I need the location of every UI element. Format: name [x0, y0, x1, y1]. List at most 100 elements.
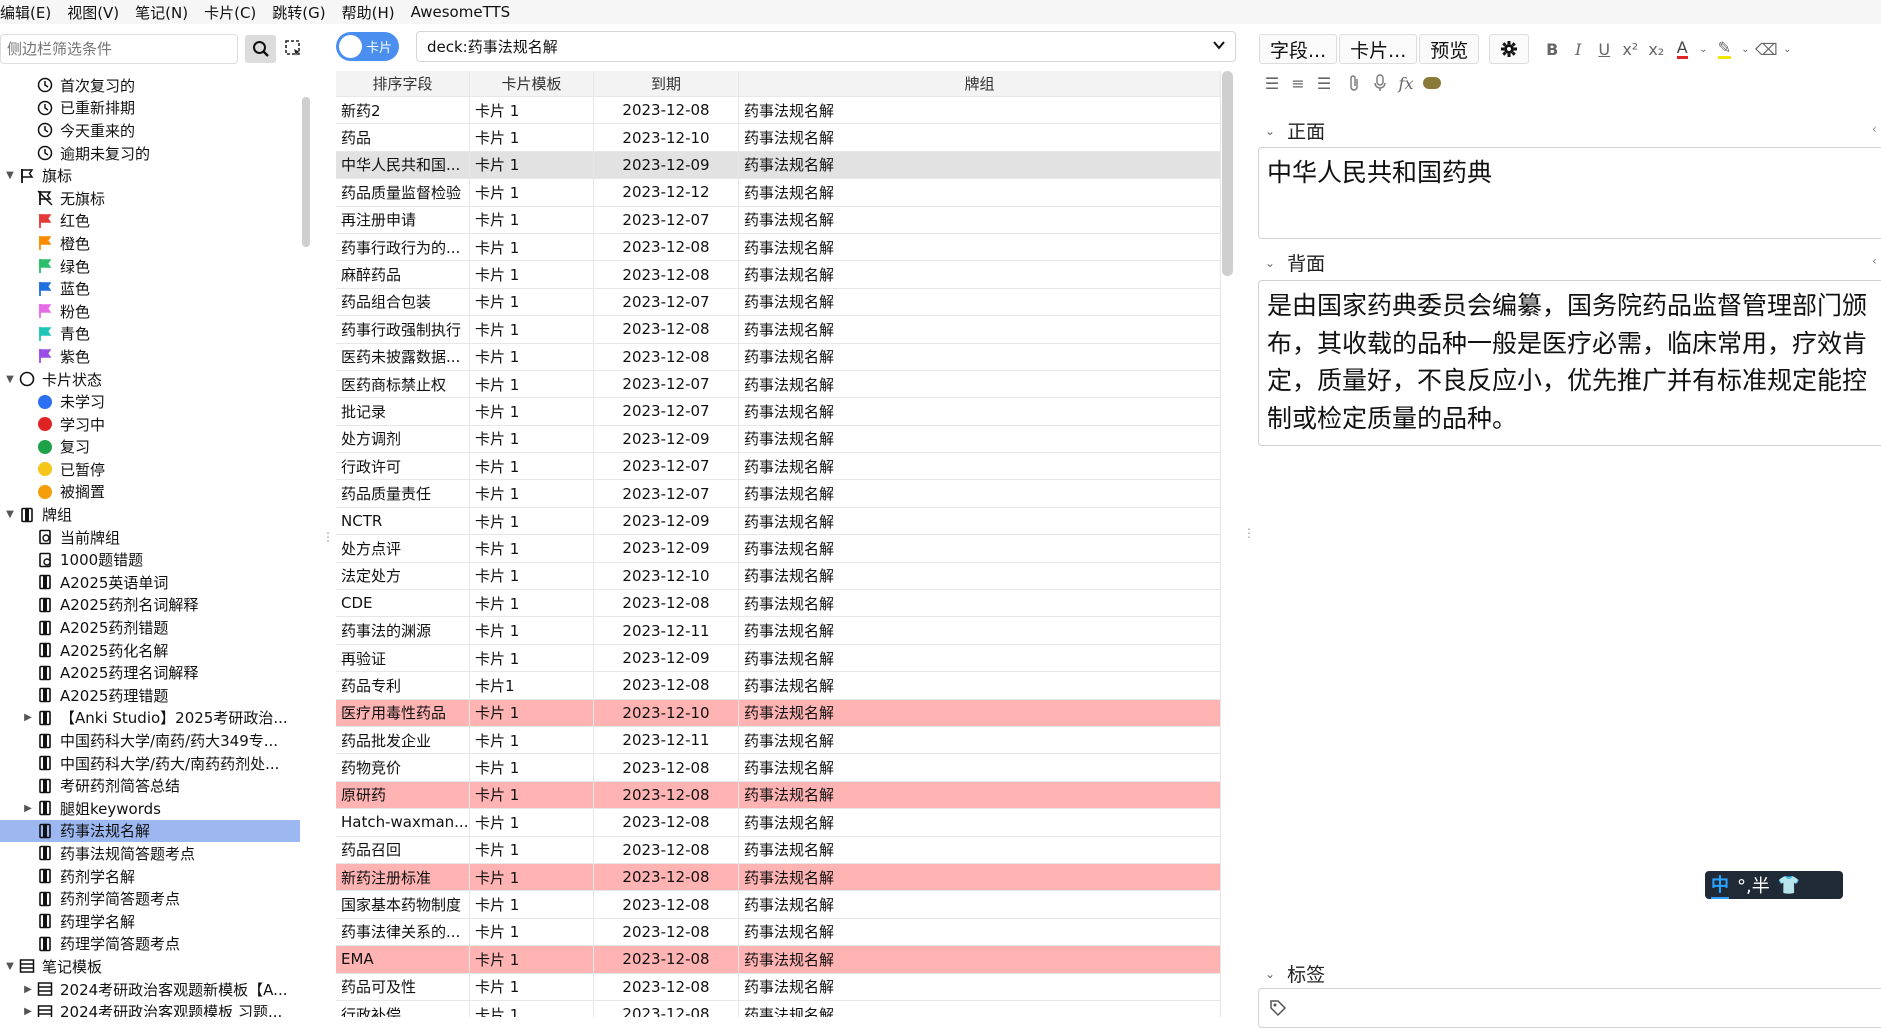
table-row[interactable]: 药事行政强制执行 卡片 1 2023-12-08 药事法规名解 [336, 316, 1221, 344]
table-row[interactable]: 药品召回 卡片 1 2023-12-08 药事法规名解 [336, 836, 1221, 864]
subscript-icon[interactable]: x₂ [1643, 35, 1669, 63]
expand-arrow-right-icon[interactable]: ▶ [22, 984, 34, 995]
table-row[interactable]: 处方调剂 卡片 1 2023-12-09 药事法规名解 [336, 425, 1221, 454]
cards-notes-toggle[interactable]: 卡片 [336, 32, 399, 61]
sidebar-item[interactable]: ▶ 2024考研政治客观题模板 习题... [0, 1000, 300, 1017]
menu-view[interactable]: 视图(V) [59, 2, 127, 23]
table-row[interactable]: NCTR 卡片 1 2023-12-09 药事法规名解 [336, 507, 1221, 536]
menu-cards[interactable]: 卡片(C) [196, 2, 264, 23]
expand-arrow-right-icon[interactable]: ▶ [22, 803, 34, 814]
table-row[interactable]: 药品组合包装 卡片 1 2023-12-07 药事法规名解 [336, 288, 1221, 317]
sidebar-item[interactable]: ▶ 【Anki Studio】2025考研政治... [0, 707, 300, 730]
field-label-back[interactable]: ⌄ 背面 [1261, 249, 1325, 276]
highlight-icon[interactable]: ✎ [1711, 35, 1737, 63]
sidebar-item[interactable]: 药事法规名解 [0, 819, 300, 843]
table-row[interactable]: 新药2 卡片 1 2023-12-08 药事法规名解 [336, 97, 1221, 125]
sidebar-scrollbar[interactable] [302, 97, 310, 247]
microphone-icon[interactable] [1367, 69, 1393, 97]
cards-button[interactable]: 卡片... [1339, 34, 1418, 64]
sidebar-item[interactable]: 无旗标 [0, 187, 300, 210]
chevron-down-icon[interactable] [1211, 37, 1227, 57]
sidebar-item[interactable]: 未学习 [0, 390, 300, 413]
table-row[interactable]: 处方点评 卡片 1 2023-12-09 药事法规名解 [336, 535, 1221, 563]
table-row[interactable]: 再验证 卡片 1 2023-12-09 药事法规名解 [336, 644, 1221, 673]
sidebar-item[interactable]: ▶ 腿姐keywords [0, 797, 300, 820]
sidebar-item[interactable]: 紫色 [0, 345, 300, 368]
column-header-due[interactable]: 到期 [594, 71, 739, 96]
table-row[interactable]: 原研药 卡片 1 2023-12-08 药事法规名解 [336, 781, 1221, 810]
eraser-icon[interactable]: ⌫ [1753, 35, 1779, 63]
select-mode-button[interactable] [283, 38, 303, 58]
table-row[interactable]: 药品质量监督检验 卡片 1 2023-12-12 药事法规名解 [336, 179, 1221, 207]
sidebar-item[interactable]: 药理学名解 [0, 910, 300, 933]
sidebar-item[interactable]: 被搁置 [0, 481, 300, 504]
sidebar-item[interactable]: 蓝色 [0, 277, 300, 300]
sidebar-item[interactable]: 橙色 [0, 232, 300, 255]
table-row[interactable]: 药物竞价 卡片 1 2023-12-08 药事法规名解 [336, 754, 1221, 782]
sidebar-item[interactable]: 药事法规简答题考点 [0, 842, 300, 865]
expand-arrow-right-icon[interactable]: ▶ [22, 1006, 34, 1017]
table-scrollbar[interactable] [1222, 71, 1233, 276]
collapse-icon[interactable]: ‹ [1872, 254, 1877, 268]
align-icon[interactable]: ☰ [1311, 69, 1337, 97]
sidebar-item[interactable]: ▼ 笔记模板 [0, 955, 300, 978]
sidebar-item[interactable]: ▶ 2024考研政治客观题新模板【A... [0, 978, 300, 1001]
sidebar-item[interactable]: 粉色 [0, 300, 300, 323]
attachment-icon[interactable] [1341, 69, 1367, 97]
table-row[interactable]: 医药未披露数据... 卡片 1 2023-12-08 药事法规名解 [336, 343, 1221, 371]
sidebar-item[interactable]: 已暂停 [0, 458, 300, 481]
menu-edit[interactable]: 编辑(E) [0, 2, 59, 23]
table-row[interactable]: 药事法的渊源 卡片 1 2023-12-11 药事法规名解 [336, 617, 1221, 645]
sidebar-item[interactable]: 中国药科大学/药大/南药药剂处... [0, 752, 300, 775]
table-row[interactable]: 药品质量责任 卡片 1 2023-12-07 药事法规名解 [336, 480, 1221, 508]
menu-go[interactable]: 跳转(G) [264, 2, 333, 23]
sidebar-item[interactable]: 逾期未复习的 [0, 142, 300, 165]
sidebar-item[interactable]: ▼ 旗标 [0, 164, 300, 187]
sidebar-search-button[interactable] [245, 35, 276, 63]
table-row[interactable]: 药品批发企业 卡片 1 2023-12-11 药事法规名解 [336, 726, 1221, 755]
table-row[interactable]: 药事行政行为的... 卡片 1 2023-12-08 药事法规名解 [336, 233, 1221, 262]
table-row[interactable]: 医药商标禁止权 卡片 1 2023-12-07 药事法规名解 [336, 370, 1221, 399]
italic-icon[interactable]: I [1565, 35, 1591, 63]
sidebar-item[interactable]: 学习中 [0, 413, 300, 436]
table-row[interactable]: 批记录 卡片 1 2023-12-07 药事法规名解 [336, 398, 1221, 426]
table-row[interactable]: 药品专利 卡片1 2023-12-08 药事法规名解 [336, 672, 1221, 700]
collapse-icon[interactable]: ‹ [1872, 122, 1877, 136]
table-row[interactable]: 中华人民共和国... 卡片 1 2023-12-09 药事法规名解 [336, 151, 1221, 180]
function-icon[interactable]: fx [1393, 69, 1419, 97]
sidebar-item[interactable]: ▼ 牌组 [0, 503, 300, 526]
settings-button[interactable] [1489, 34, 1530, 64]
sidebar-item[interactable]: 青色 [0, 323, 300, 346]
sidebar-item[interactable]: 药理学简答题考点 [0, 933, 300, 956]
sidebar-item[interactable]: ▼ 卡片状态 [0, 368, 300, 391]
sidebar-item[interactable]: 已重新排期 [0, 97, 300, 120]
expand-arrow-down-icon[interactable]: ▼ [4, 170, 16, 181]
chevron-down-icon[interactable]: ⌄ [1779, 35, 1795, 63]
table-row[interactable]: EMA 卡片 1 2023-12-08 药事法规名解 [336, 946, 1221, 974]
bulleted-list-icon[interactable]: ☰ [1259, 69, 1285, 97]
browser-search-input[interactable]: deck:药事法规名解 [416, 31, 1236, 62]
preview-button[interactable]: 预览 [1419, 34, 1480, 64]
right-splitter-handle[interactable]: ⋮ [1243, 526, 1255, 540]
expand-arrow-right-icon[interactable]: ▶ [22, 712, 34, 723]
chevron-down-icon[interactable]: ⌄ [1737, 35, 1753, 63]
expand-arrow-down-icon[interactable]: ▼ [4, 374, 16, 385]
bold-icon[interactable]: B [1539, 35, 1565, 63]
tags-label[interactable]: ⌄ 标签 [1261, 960, 1325, 987]
table-row[interactable]: 再注册申请 卡片 1 2023-12-07 药事法规名解 [336, 206, 1221, 234]
table-row[interactable]: 医疗用毒性药品 卡片 1 2023-12-10 药事法规名解 [336, 699, 1221, 727]
sidebar-item[interactable]: 复习 [0, 436, 300, 459]
expand-arrow-down-icon[interactable]: ▼ [4, 961, 16, 972]
table-row[interactable]: 行政补偿 卡片 1 2023-12-08 药事法规名解 [336, 1000, 1221, 1017]
sidebar-item[interactable]: 今天重来的 [0, 119, 300, 142]
table-row[interactable]: 法定处方 卡片 1 2023-12-10 药事法规名解 [336, 562, 1221, 591]
table-row[interactable]: 新药注册标准 卡片 1 2023-12-08 药事法规名解 [336, 863, 1221, 892]
table-row[interactable]: 药事法律关系的... 卡片 1 2023-12-08 药事法规名解 [336, 918, 1221, 947]
column-header-card-template[interactable]: 卡片模板 [470, 71, 594, 96]
addon-icon[interactable] [1419, 69, 1445, 97]
chevron-down-icon[interactable]: ⌄ [1265, 256, 1275, 270]
field-editor-back[interactable]: 是由国家药典委员会编纂，国务院药品监督管理部门颁布，其收载的品种一般是医疗必需，… [1258, 280, 1881, 446]
sidebar-item[interactable]: 药剂学名解 [0, 865, 300, 888]
sidebar-item[interactable]: A2025药剂名词解释 [0, 594, 300, 617]
sidebar-item[interactable]: A2025药化名解 [0, 639, 300, 662]
